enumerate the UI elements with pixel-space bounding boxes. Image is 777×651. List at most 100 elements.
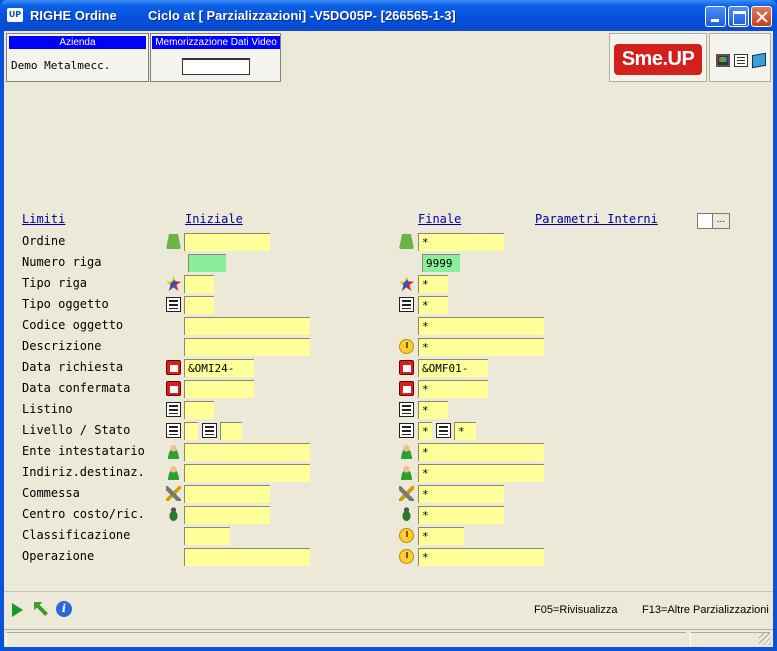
app-icon[interactable]: UP bbox=[7, 8, 23, 22]
operazione-initial-field[interactable] bbox=[184, 548, 310, 566]
label-tipo-riga: Tipo riga bbox=[22, 276, 88, 290]
azienda-panel: Azienda Demo Metalmecc. bbox=[6, 33, 149, 82]
close-button[interactable] bbox=[751, 6, 772, 27]
commessa-final-tool-icon[interactable] bbox=[399, 486, 414, 501]
filter-form: Limiti Iniziale Finale Parametri Interni… bbox=[4, 85, 773, 591]
label-centro-costo: Centro costo/ric. bbox=[22, 507, 145, 521]
data-confermata-initial-field[interactable] bbox=[184, 380, 254, 398]
classificazione-initial-field[interactable] bbox=[184, 527, 230, 545]
column-header-parametri-interni: Parametri Interni bbox=[535, 212, 658, 226]
livello-final-list-icon[interactable] bbox=[399, 423, 414, 438]
status-bar bbox=[4, 629, 773, 647]
tipo-oggetto-list-icon[interactable] bbox=[166, 297, 181, 312]
ordine-initial-field[interactable] bbox=[184, 233, 270, 251]
descrizione-final-field[interactable]: * bbox=[418, 338, 544, 356]
label-indiriz-destinaz: Indiriz.destinaz. bbox=[22, 465, 145, 479]
numero-riga-final-field[interactable]: 9999 bbox=[422, 254, 460, 272]
codice-oggetto-final-field[interactable]: * bbox=[418, 317, 544, 335]
classificazione-final-field[interactable]: * bbox=[418, 527, 464, 545]
stato-initial-field[interactable] bbox=[220, 422, 242, 440]
codice-oggetto-initial-field[interactable] bbox=[184, 317, 310, 335]
ente-final-person-icon[interactable] bbox=[399, 444, 414, 459]
data-richiesta-initial-field[interactable]: &OMI24- bbox=[184, 359, 254, 377]
window-title: Ciclo at [ Parzializzazioni] -V5DO05P- [… bbox=[148, 8, 456, 23]
listino-list-icon[interactable] bbox=[166, 402, 181, 417]
label-codice-oggetto: Codice oggetto bbox=[22, 318, 124, 332]
parametri-interni-checkbox[interactable] bbox=[697, 213, 713, 229]
resize-grip[interactable] bbox=[759, 633, 771, 645]
label-numero-riga: Numero riga bbox=[22, 255, 102, 269]
indiriz-final-person-icon[interactable] bbox=[399, 465, 414, 480]
label-data-confermata: Data confermata bbox=[22, 381, 131, 395]
back-arrow-icon[interactable] bbox=[34, 602, 48, 616]
ordine-final-field[interactable]: * bbox=[418, 233, 504, 251]
indiriz-person-icon[interactable] bbox=[166, 465, 181, 480]
tipo-riga-initial-field[interactable] bbox=[184, 275, 214, 293]
centro-costo-final-field[interactable]: * bbox=[418, 506, 504, 524]
listino-final-list-icon[interactable] bbox=[399, 402, 414, 417]
window-title-app: RIGHE Ordine bbox=[30, 8, 117, 23]
ente-person-icon[interactable] bbox=[166, 444, 181, 459]
commessa-initial-field[interactable] bbox=[184, 485, 270, 503]
centro-costo-final-bug-icon[interactable] bbox=[399, 507, 414, 522]
livello-initial-field[interactable] bbox=[184, 422, 198, 440]
tipo-riga-final-star-icon[interactable] bbox=[399, 276, 414, 291]
numero-riga-initial-field[interactable] bbox=[188, 254, 226, 272]
monitor-icon[interactable] bbox=[716, 54, 730, 67]
label-descrizione: Descrizione bbox=[22, 339, 102, 353]
operazione-final-field[interactable]: * bbox=[418, 548, 544, 566]
ordine-final-icon[interactable] bbox=[399, 234, 414, 249]
tipo-oggetto-final-list-icon[interactable] bbox=[399, 297, 414, 312]
livello-final-field[interactable]: * bbox=[418, 422, 432, 440]
data-confermata-final-calendar-icon[interactable] bbox=[399, 381, 414, 396]
status-panel-right bbox=[690, 632, 770, 647]
info-icon[interactable]: i bbox=[56, 601, 72, 617]
book-icon[interactable] bbox=[752, 52, 766, 69]
label-classificazione: Classificazione bbox=[22, 528, 131, 542]
stato-final-list-icon[interactable] bbox=[436, 423, 451, 438]
minimize-button[interactable] bbox=[705, 6, 726, 27]
commessa-tool-icon[interactable] bbox=[166, 486, 181, 501]
listino-initial-field[interactable] bbox=[184, 401, 214, 419]
livello-list-icon[interactable] bbox=[166, 423, 181, 438]
stato-list-icon[interactable] bbox=[202, 423, 217, 438]
label-data-richiesta: Data richiesta bbox=[22, 360, 124, 374]
f05-refresh-command[interactable]: F05=Rivisualizza bbox=[534, 604, 617, 616]
label-commessa: Commessa bbox=[22, 486, 80, 500]
descrizione-initial-field[interactable] bbox=[184, 338, 310, 356]
operazione-clock-icon[interactable] bbox=[399, 549, 414, 564]
label-ente-intestatario: Ente intestatario bbox=[22, 444, 145, 458]
logo-panel: Sme.UP bbox=[609, 33, 707, 82]
stato-final-field[interactable]: * bbox=[454, 422, 476, 440]
ente-intestatario-final-field[interactable]: * bbox=[418, 443, 544, 461]
tipo-riga-final-field[interactable]: * bbox=[418, 275, 448, 293]
data-richiesta-final-field[interactable]: &OMF01- bbox=[418, 359, 488, 377]
ente-intestatario-initial-field[interactable] bbox=[184, 443, 310, 461]
data-richiesta-calendar-icon[interactable] bbox=[166, 360, 181, 375]
document-icon[interactable] bbox=[734, 54, 748, 67]
indiriz-destinaz-final-field[interactable]: * bbox=[418, 464, 544, 482]
parametri-interni-button[interactable]: ... bbox=[712, 213, 730, 229]
data-confermata-final-field[interactable]: * bbox=[418, 380, 488, 398]
classificazione-clock-icon[interactable] bbox=[399, 528, 414, 543]
centro-costo-initial-field[interactable] bbox=[184, 506, 270, 524]
tipo-oggetto-initial-field[interactable] bbox=[184, 296, 214, 314]
title-bar[interactable]: UP RIGHE Ordine Ciclo at [ Parzializzazi… bbox=[0, 0, 777, 31]
memo-input[interactable] bbox=[182, 58, 250, 75]
centro-costo-bug-icon[interactable] bbox=[166, 507, 181, 522]
ordine-icon[interactable] bbox=[166, 234, 181, 249]
descrizione-clock-icon[interactable] bbox=[399, 339, 414, 354]
f13-more-filters-command[interactable]: F13=Altre Parzializzazioni bbox=[642, 604, 769, 616]
data-confermata-calendar-icon[interactable] bbox=[166, 381, 181, 396]
commessa-final-field[interactable]: * bbox=[418, 485, 504, 503]
listino-final-field[interactable]: * bbox=[418, 401, 448, 419]
tipo-oggetto-final-field[interactable]: * bbox=[418, 296, 448, 314]
data-richiesta-final-calendar-icon[interactable] bbox=[399, 360, 414, 375]
maximize-button[interactable] bbox=[728, 6, 749, 27]
client-area: Azienda Demo Metalmecc. Memorizzazione D… bbox=[4, 31, 773, 647]
application-window: UP RIGHE Ordine Ciclo at [ Parzializzazi… bbox=[0, 0, 777, 651]
indiriz-destinaz-initial-field[interactable] bbox=[184, 464, 310, 482]
label-livello-stato: Livello / Stato bbox=[22, 423, 131, 437]
tipo-riga-star-icon[interactable] bbox=[166, 276, 181, 291]
play-icon[interactable] bbox=[12, 603, 23, 617]
